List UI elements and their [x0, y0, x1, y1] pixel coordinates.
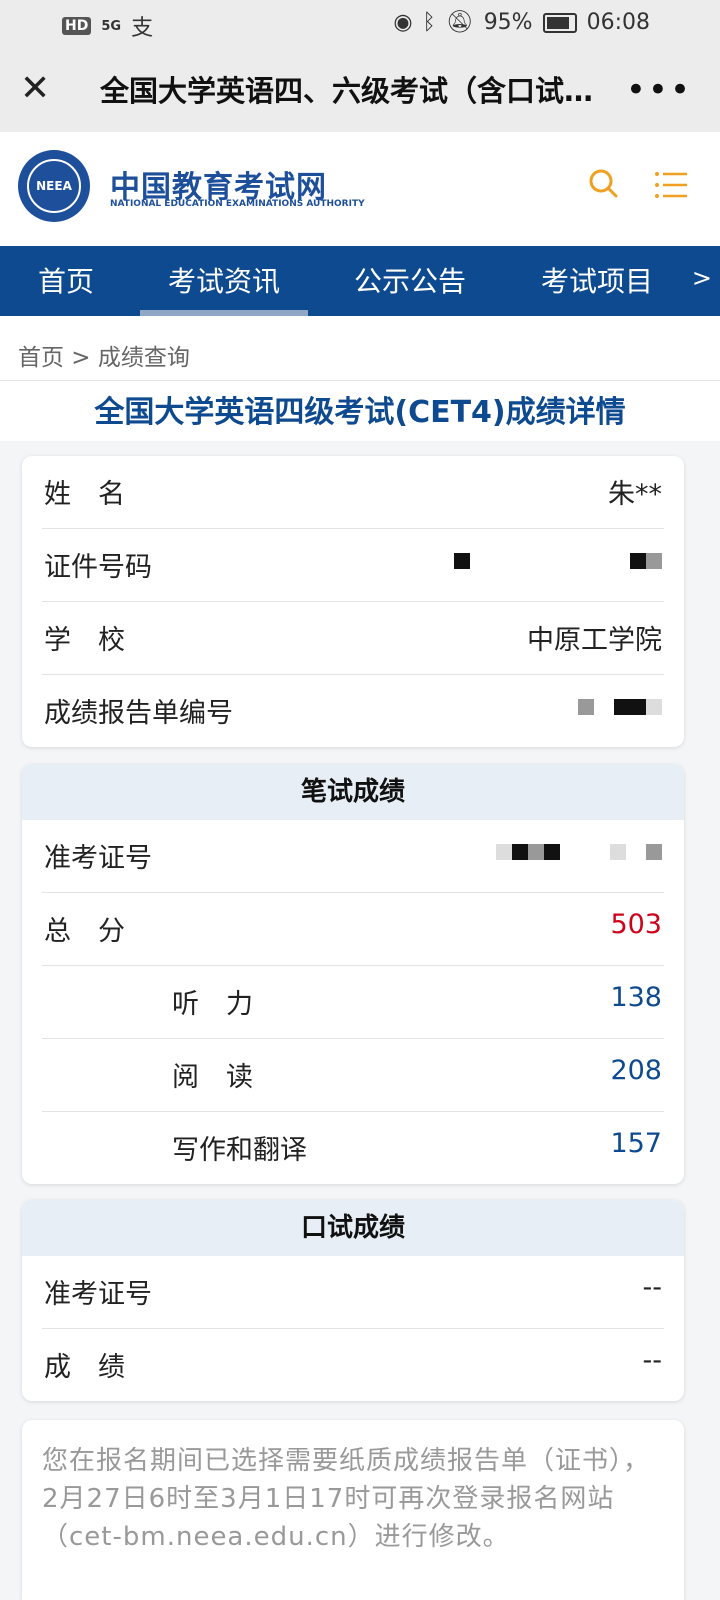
search-icon[interactable] [588, 168, 618, 198]
signal-icon: 5G [101, 18, 122, 34]
page-title-area: 全国大学英语四级考试(CET4)成绩详情 [0, 381, 720, 441]
mute-icon: 🔕︎ [445, 10, 474, 35]
name-row: 姓 名 朱** [42, 456, 664, 529]
oral-ticket-label: 准考证号 [44, 1279, 152, 1310]
report-notice-text: 您在报名期间已选择需要纸质成绩报告单（证书），2月27日6时至3月1日17时可再… [42, 1446, 651, 1552]
listening-value: 138 [610, 982, 662, 1013]
id-number-masked [454, 545, 662, 576]
nav-item-home[interactable]: 首页 [38, 260, 94, 300]
nav-item-news[interactable]: 考试资讯 [168, 260, 280, 300]
writing-translation-label: 写作和翻译 [172, 1135, 307, 1166]
school-label: 学 校 [44, 625, 125, 656]
nav-scroll-right-icon[interactable]: > [692, 264, 712, 292]
school-row: 学 校 中原工学院 [42, 602, 664, 675]
nav-item-exams[interactable]: 考试项目 [541, 260, 653, 300]
written-score-card: 笔试成绩 准考证号 总 分 503 听 力 138 阅 读 208 写作和翻译 … [22, 764, 684, 1184]
oral-score-value: -- [642, 1345, 663, 1376]
app-notification-icon: 支 [131, 16, 154, 41]
browser-titlebar: ✕ 全国大学英语四、六级考试（含口试… ••• [0, 48, 720, 132]
written-ticket-row: 准考证号 [42, 820, 664, 893]
oral-score-heading: 口试成绩 [22, 1200, 684, 1256]
candidate-info-card: 姓 名 朱** 证件号码 学 校 中原工学院 成绩报告单编号 [22, 456, 684, 747]
breadcrumb[interactable]: 首页 > 成绩查询 [18, 338, 190, 372]
hd-icon: HD [62, 17, 92, 35]
page-title-bar: 全国大学英语四、六级考试（含口试… [100, 74, 594, 108]
total-score-label: 总 分 [44, 916, 125, 947]
status-bar: HD 5G 支 ◉ ᛒ 🔕︎ 95% 06:08 [0, 0, 720, 48]
report-number-masked [578, 691, 662, 722]
menu-icon[interactable] [654, 170, 688, 200]
battery-percent: 95% [483, 10, 533, 35]
school-value: 中原工学院 [527, 625, 662, 656]
site-header: NEEA 中国教育考试网 NATIONAL EDUCATION EXAMINAT… [0, 132, 720, 246]
page-title: 全国大学英语四级考试(CET4)成绩详情 [94, 395, 626, 430]
report-number-label: 成绩报告单编号 [44, 698, 233, 729]
name-label: 姓 名 [44, 479, 125, 510]
eye-icon: ◉ [393, 10, 413, 35]
reading-value: 208 [610, 1055, 662, 1086]
site-name-en: NATIONAL EDUCATION EXAMINATIONS AUTHORIT… [110, 199, 365, 209]
listening-row: 听 力 138 [42, 966, 664, 1039]
close-icon[interactable]: ✕ [20, 71, 54, 107]
battery-icon [542, 12, 577, 33]
oral-score-label: 成 绩 [44, 1352, 125, 1383]
writing-translation-value: 157 [610, 1128, 662, 1159]
written-score-heading: 笔试成绩 [22, 764, 684, 820]
oral-score-row: 成 绩 -- [42, 1329, 664, 1401]
oral-ticket-row: 准考证号 -- [42, 1256, 664, 1329]
logo-emblem-text: NEEA [27, 159, 81, 213]
oral-ticket-value: -- [642, 1272, 663, 1303]
neea-logo-icon[interactable]: NEEA [18, 150, 90, 222]
total-score-row: 总 分 503 [42, 893, 664, 966]
written-ticket-label: 准考证号 [44, 843, 152, 874]
reading-row: 阅 读 208 [42, 1039, 664, 1112]
written-ticket-masked [496, 836, 662, 867]
id-number-row: 证件号码 [42, 529, 664, 602]
clock: 06:08 [586, 10, 650, 35]
oral-score-card: 口试成绩 准考证号 -- 成 绩 -- [22, 1200, 684, 1401]
nav-item-announcements[interactable]: 公示公告 [354, 260, 466, 300]
report-number-row: 成绩报告单编号 [42, 675, 664, 747]
reading-label: 阅 读 [172, 1062, 253, 1093]
listening-label: 听 力 [172, 989, 253, 1020]
breadcrumb-bar: 首页 > 成绩查询 [0, 316, 720, 381]
name-value: 朱** [608, 479, 662, 510]
main-nav: 首页 考试资讯 公示公告 考试项目 > [0, 246, 720, 316]
bluetooth-icon: ᛒ [422, 10, 436, 35]
more-options-icon[interactable]: ••• [626, 70, 692, 110]
writing-translation-row: 写作和翻译 157 [42, 1112, 664, 1184]
report-notice: 您在报名期间已选择需要纸质成绩报告单（证书），2月27日6时至3月1日17时可再… [22, 1420, 684, 1600]
total-score-value: 503 [610, 909, 662, 940]
id-number-label: 证件号码 [44, 552, 152, 583]
